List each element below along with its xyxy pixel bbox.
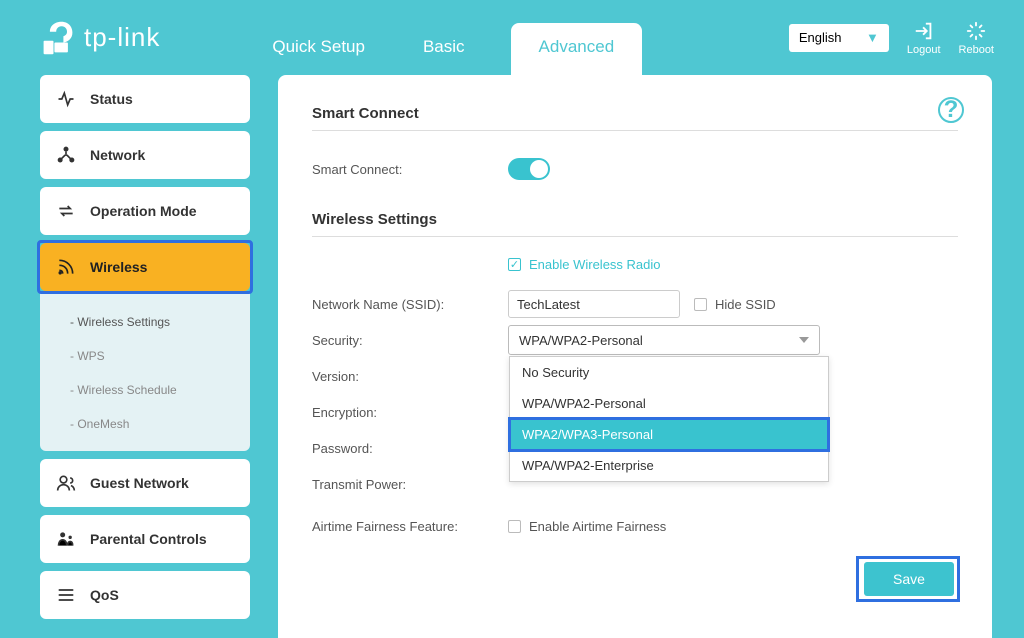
guest-network-icon (56, 473, 76, 493)
help-icon[interactable]: ? (938, 97, 964, 123)
reboot-button[interactable]: Reboot (959, 20, 994, 56)
security-option-wpa2-wpa3-personal[interactable]: WPA2/WPA3-Personal (510, 419, 828, 450)
sidebar-item-guest-network[interactable]: Guest Network (40, 459, 250, 507)
chevron-down-icon: ▼ (866, 30, 879, 45)
sidebar-item-qos[interactable]: QoS (40, 571, 250, 619)
security-option-no-security[interactable]: No Security (510, 357, 828, 388)
brand-name: tp-link (84, 22, 160, 53)
airtime-fairness-checkbox-label: Enable Airtime Fairness (529, 519, 666, 534)
security-dropdown: No Security WPA/WPA2-Personal WPA2/WPA3-… (509, 356, 829, 482)
status-icon (56, 89, 76, 109)
logout-icon (913, 20, 935, 42)
tab-advanced[interactable]: Advanced (511, 23, 643, 75)
tab-basic[interactable]: Basic (411, 23, 477, 75)
password-label: Password: (312, 441, 508, 456)
network-icon (56, 145, 76, 165)
section-wireless-settings-title: Wireless Settings (312, 211, 958, 237)
enable-wireless-radio-checkbox[interactable]: ✓ (508, 258, 521, 271)
sub-item-wps[interactable]: WPS (40, 339, 250, 373)
smart-connect-toggle[interactable] (508, 158, 550, 180)
security-select-value: WPA/WPA2-Personal (519, 333, 643, 348)
encryption-label: Encryption: (312, 405, 508, 420)
airtime-fairness-label: Airtime Fairness Feature: (312, 519, 508, 534)
wireless-icon (56, 257, 76, 277)
sidebar-item-status[interactable]: Status (40, 75, 250, 123)
sidebar-item-network[interactable]: Network (40, 131, 250, 179)
language-value: English (799, 30, 842, 45)
language-select[interactable]: English ▼ (789, 24, 889, 52)
parental-controls-icon (56, 529, 76, 549)
sidebar: Status Network Operation Mode Wireless W… (40, 75, 250, 638)
sidebar-item-operation-mode[interactable]: Operation Mode (40, 187, 250, 235)
section-smart-connect-title: Smart Connect (312, 105, 958, 131)
sub-item-onemesh[interactable]: OneMesh (40, 407, 250, 441)
transmit-power-label: Transmit Power: (312, 477, 508, 492)
content-panel: ? Smart Connect Smart Connect: Wireless … (278, 75, 992, 638)
version-label: Version: (312, 369, 508, 384)
save-button[interactable]: Save (864, 562, 954, 596)
qos-icon (56, 585, 76, 605)
dropdown-triangle-icon (799, 337, 809, 343)
operation-mode-icon (56, 201, 76, 221)
brand-logo: tp-link (40, 20, 160, 56)
smart-connect-label: Smart Connect: (312, 162, 508, 177)
reboot-icon (965, 20, 987, 42)
security-option-wpa-wpa2-enterprise[interactable]: WPA/WPA2-Enterprise (510, 450, 828, 481)
sidebar-item-wireless[interactable]: Wireless (40, 243, 250, 291)
hide-ssid-checkbox[interactable]: ✓ (694, 298, 707, 311)
wireless-submenu: Wireless Settings WPS Wireless Schedule … (40, 291, 250, 451)
tplink-logo-icon (40, 20, 76, 56)
airtime-fairness-checkbox[interactable]: ✓ (508, 520, 521, 533)
logout-button[interactable]: Logout (907, 20, 941, 56)
ssid-input[interactable] (508, 290, 680, 318)
tab-quick-setup[interactable]: Quick Setup (260, 23, 377, 75)
security-label: Security: (312, 333, 508, 348)
sub-item-wireless-schedule[interactable]: Wireless Schedule (40, 373, 250, 407)
security-option-wpa-wpa2-personal[interactable]: WPA/WPA2-Personal (510, 388, 828, 419)
sub-item-wireless-settings[interactable]: Wireless Settings (40, 305, 250, 339)
hide-ssid-label: Hide SSID (715, 297, 776, 312)
ssid-label: Network Name (SSID): (312, 297, 508, 312)
sidebar-item-parental-controls[interactable]: Parental Controls (40, 515, 250, 563)
security-select[interactable]: WPA/WPA2-Personal No Security WPA/WPA2-P… (508, 325, 820, 355)
enable-wireless-radio-label: Enable Wireless Radio (529, 257, 661, 272)
